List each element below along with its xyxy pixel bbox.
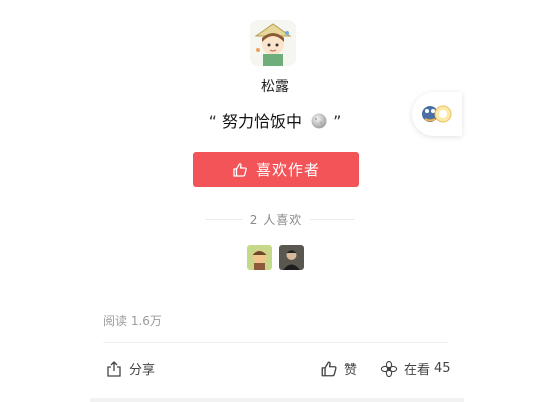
- share-label: 分享: [129, 363, 156, 378]
- floating-emoji-widget[interactable]: [412, 92, 462, 136]
- author-name[interactable]: 松露: [200, 76, 350, 96]
- close-quote: ”: [333, 112, 342, 131]
- bottom-divider: [103, 342, 448, 343]
- read-label: 阅读: [103, 314, 128, 328]
- watching-button[interactable]: 在看 45: [380, 359, 451, 378]
- like-author-button[interactable]: 喜欢作者: [193, 152, 359, 187]
- flower-icon: [380, 360, 398, 377]
- like-button[interactable]: 赞: [320, 359, 357, 378]
- thumb-up-icon: [233, 162, 247, 177]
- share-button[interactable]: 分享: [105, 359, 155, 378]
- liker-avatar[interactable]: [247, 245, 272, 270]
- share-icon: [107, 360, 121, 377]
- read-count: 阅读 1.6万: [103, 312, 162, 329]
- author-signature: “ 努力恰饭中 ”: [150, 108, 400, 133]
- bottom-band: [90, 398, 464, 402]
- watching-label: 在看: [404, 363, 431, 378]
- like-label: 赞: [344, 363, 358, 378]
- moon-emoji-icon: [311, 113, 327, 133]
- like-author-label: 喜欢作者: [255, 161, 320, 179]
- liker-avatar[interactable]: [279, 245, 304, 270]
- author-avatar[interactable]: [250, 20, 296, 66]
- signature-text: 努力恰饭中: [221, 112, 302, 131]
- divider-right: [310, 219, 355, 220]
- open-quote: “: [208, 112, 222, 131]
- thumb-up-icon: [321, 360, 337, 376]
- read-number: 1.6万: [130, 314, 162, 328]
- watching-count: 45: [434, 361, 451, 376]
- likers-count: 2 人喜欢: [249, 213, 303, 227]
